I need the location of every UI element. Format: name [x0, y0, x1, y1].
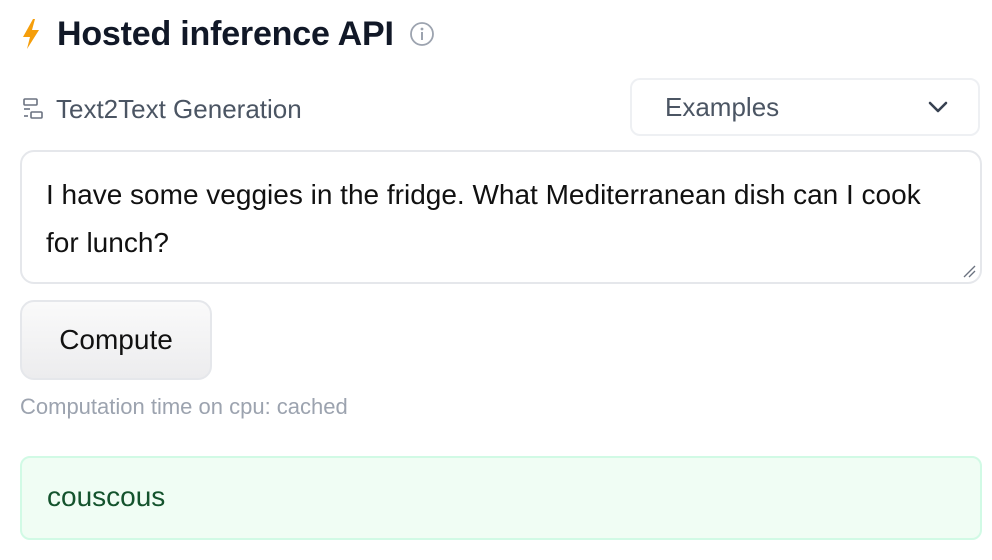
task-label: Text2Text Generation: [56, 93, 302, 124]
bolt-icon: [20, 17, 42, 51]
info-icon[interactable]: [409, 21, 435, 47]
resize-handle-icon[interactable]: [960, 262, 976, 278]
examples-dropdown[interactable]: Examples: [630, 78, 980, 136]
output-panel: couscous: [20, 456, 982, 540]
task-type: Text2Text Generation: [20, 90, 302, 128]
widget-header: Hosted inference API: [20, 12, 435, 56]
text-input[interactable]: I have some veggies in the fridge. What …: [20, 150, 982, 284]
page-title: Hosted inference API: [57, 14, 394, 53]
inference-widget: Hosted inference API Text2Text Generatio…: [0, 0, 992, 560]
computation-time: Computation time on cpu: cached: [20, 394, 348, 419]
text-generation-icon: [20, 96, 46, 122]
output-text: couscous: [47, 481, 166, 512]
chevron-down-icon: [926, 95, 950, 119]
examples-label: Examples: [665, 91, 780, 122]
input-text[interactable]: I have some veggies in the fridge. What …: [46, 171, 956, 267]
compute-button[interactable]: Compute: [20, 300, 212, 380]
